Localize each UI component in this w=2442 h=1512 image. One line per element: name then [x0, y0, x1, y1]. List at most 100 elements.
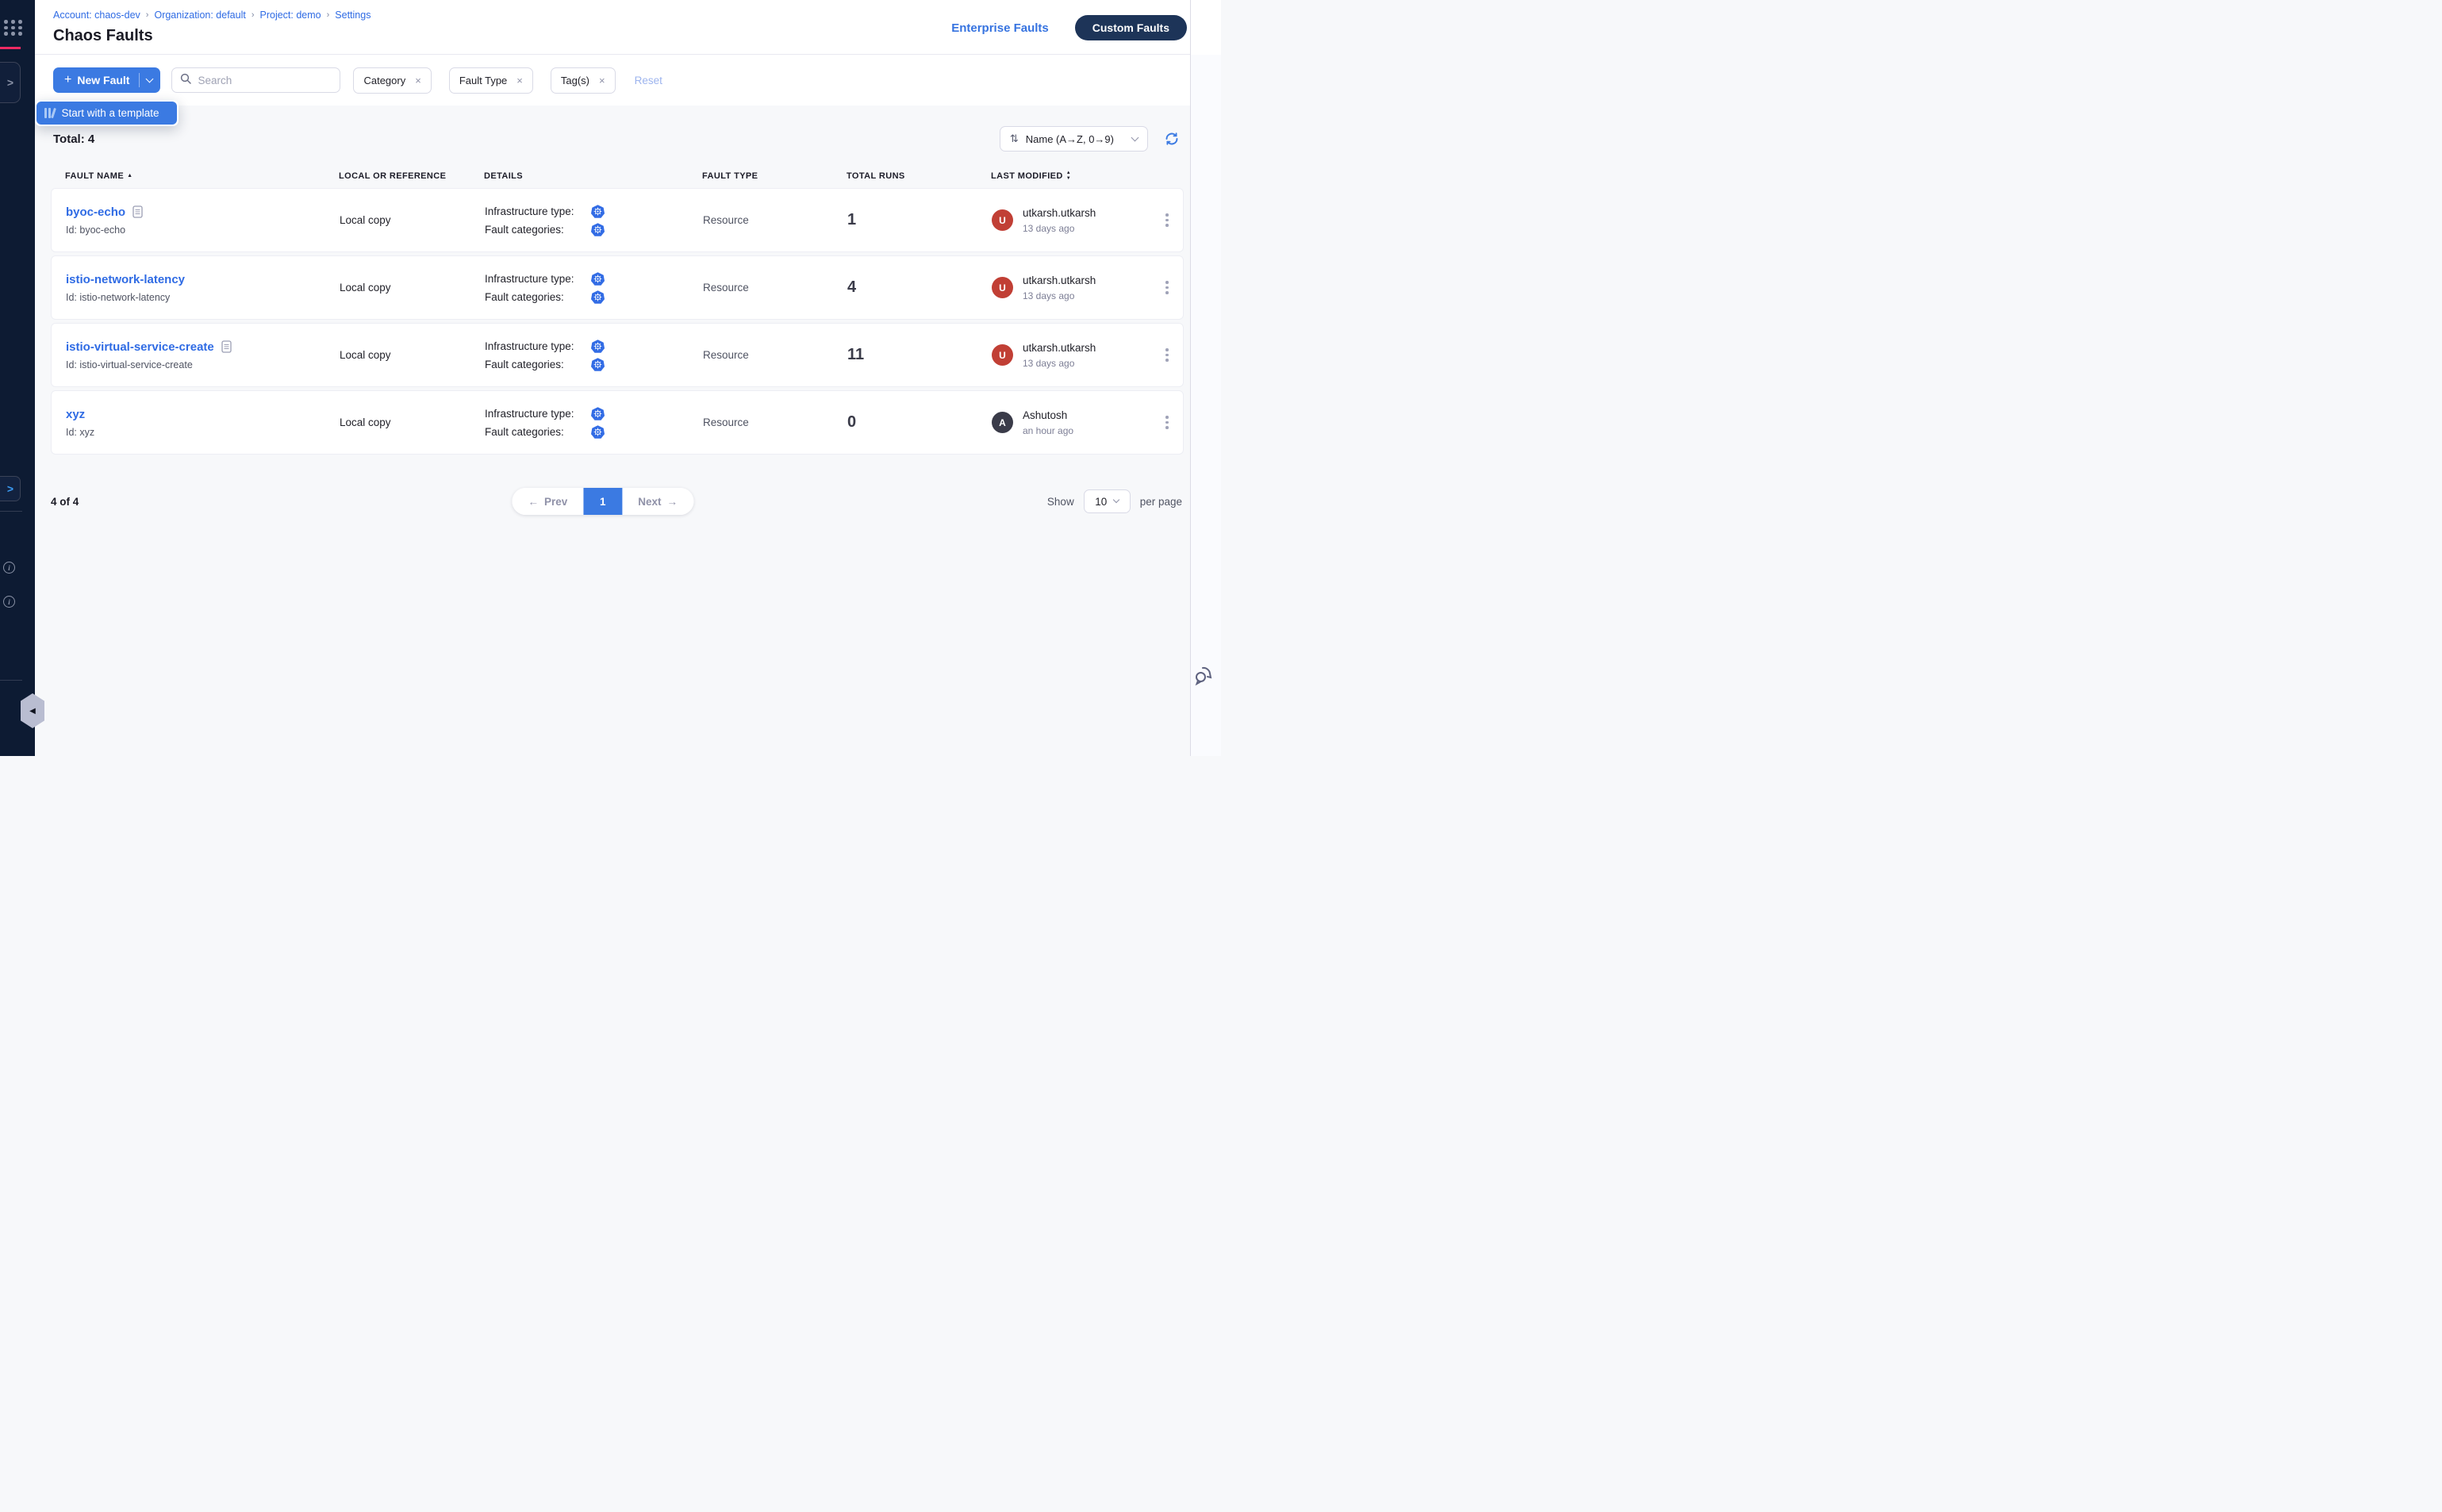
avatar: A — [992, 412, 1013, 433]
table-row[interactable]: istio-virtual-service-create Id: istio-vi… — [51, 323, 1184, 387]
modified-by: utkarsh.utkarsh — [1023, 207, 1096, 219]
column-last-modified[interactable]: Last Modified ▲▼ — [991, 171, 1152, 181]
button-divider — [139, 73, 140, 87]
kubernetes-icon — [591, 358, 605, 371]
table-row[interactable]: xyz Id: xyzLocal copy Infrastructure type:… — [51, 390, 1184, 455]
page-size-dropdown[interactable]: 10 — [1084, 489, 1131, 513]
collapse-arrow-icon: ◀ — [29, 707, 36, 716]
filter-chip-tags[interactable]: Tag(s) × — [551, 67, 616, 94]
search-box — [171, 67, 340, 93]
modified-time: an hour ago — [1023, 425, 1073, 436]
sort-asc-icon: ▲ — [127, 173, 132, 178]
local-or-reference-value: Local copy — [340, 282, 391, 294]
kubernetes-icon — [591, 223, 605, 236]
breadcrumb: Account: chaos-dev › Organization: defau… — [53, 10, 371, 21]
info-icon[interactable]: i — [3, 562, 15, 574]
right-gutter — [1190, 0, 1221, 756]
column-fault-name[interactable]: Fault Name ▲ — [51, 171, 339, 181]
row-menu-button[interactable] — [1151, 210, 1183, 230]
reset-filters-link[interactable]: Reset — [635, 75, 662, 86]
page-summary: 4 of 4 — [51, 496, 79, 508]
column-fault-type: Fault Type — [702, 171, 847, 181]
kubernetes-icon — [591, 290, 605, 304]
infrastructure-type-label: Infrastructure type: — [485, 273, 580, 285]
column-local-or-reference: Local or Reference — [339, 171, 484, 181]
total-runs-value: 1 — [847, 211, 856, 228]
modified-time: 13 days ago — [1023, 223, 1096, 234]
local-or-reference-value: Local copy — [340, 416, 391, 428]
arrow-right-icon: → — [666, 496, 678, 508]
new-fault-dropdown: Start with a template — [35, 100, 179, 126]
fault-categories-label: Fault categories: — [485, 359, 580, 370]
table-row[interactable]: byoc-echoId: byoc-echoLocal copyInfrastr… — [51, 188, 1184, 252]
copy-manifest-icon[interactable] — [132, 205, 143, 218]
fault-id: Id: byoc-echo — [66, 224, 340, 236]
breadcrumb-settings[interactable]: Settings — [335, 10, 371, 21]
chevron-right-icon: > — [7, 482, 13, 495]
infrastructure-type-label: Infrastructure type: — [485, 340, 580, 352]
copy-manifest-icon[interactable] — [221, 340, 232, 353]
enterprise-faults-link[interactable]: Enterprise Faults — [951, 21, 1049, 35]
table-row[interactable]: istio-network-latency Id: istio-network-l… — [51, 255, 1184, 320]
page-title: Chaos Faults — [53, 27, 153, 45]
fault-name-link[interactable]: istio-virtual-service-create — [66, 340, 214, 354]
column-details: Details — [484, 171, 702, 181]
sidebar-expand-button[interactable]: > — [0, 476, 21, 501]
infrastructure-type-label: Infrastructure type: — [485, 205, 580, 217]
left-nav-rail: > > i i — [0, 0, 35, 756]
row-menu-button[interactable] — [1151, 413, 1183, 432]
filter-chip-fault-type[interactable]: Fault Type × — [449, 67, 533, 94]
fault-name-link[interactable]: xyz — [66, 408, 85, 421]
support-chat-icon[interactable] — [1192, 665, 1216, 693]
fault-details: Infrastructure type:Fault categories: — [485, 407, 703, 439]
avatar: U — [992, 209, 1013, 231]
close-icon[interactable]: × — [516, 75, 523, 86]
total-runs-value: 0 — [847, 413, 856, 431]
breadcrumb-project[interactable]: Project: demo — [260, 10, 321, 21]
fault-name-link[interactable]: istio-network-latency — [66, 273, 185, 286]
plus-icon: + — [64, 73, 71, 87]
close-icon[interactable]: × — [599, 75, 605, 86]
avatar: U — [992, 277, 1013, 298]
modified-time: 13 days ago — [1023, 290, 1096, 301]
breadcrumb-account[interactable]: Account: chaos-dev — [53, 10, 140, 21]
row-menu-button[interactable] — [1151, 345, 1183, 365]
start-with-template-menu-item[interactable]: Start with a template — [36, 102, 177, 125]
row-menu-button[interactable] — [1151, 278, 1183, 297]
fault-id: Id: xyz — [66, 427, 340, 438]
active-module-indicator — [0, 47, 21, 49]
page-header: Account: chaos-dev › Organization: defau… — [35, 0, 1190, 55]
search-input[interactable] — [198, 75, 332, 86]
main-area: Account: chaos-dev › Organization: defau… — [35, 0, 1190, 756]
fault-details: Infrastructure type:Fault categories: — [485, 205, 703, 236]
new-fault-button[interactable]: + New Fault — [53, 67, 160, 93]
modified-by: utkarsh.utkarsh — [1023, 274, 1096, 286]
fault-name-link[interactable]: byoc-echo — [66, 205, 125, 219]
filter-chip-category[interactable]: Category × — [353, 67, 431, 94]
close-icon[interactable]: × — [415, 75, 421, 86]
fault-type-value: Resource — [703, 416, 749, 428]
table-header-row: Fault Name ▲ Local or Reference Details … — [51, 163, 1184, 188]
current-page-button[interactable]: 1 — [583, 488, 622, 515]
sort-both-icon: ▲▼ — [1066, 171, 1071, 181]
total-runs-value: 11 — [847, 346, 864, 363]
fault-id: Id: istio-virtual-service-create — [66, 359, 340, 370]
next-page-button[interactable]: Next → — [622, 488, 693, 515]
breadcrumb-separator: › — [251, 10, 255, 20]
apps-grid-icon[interactable] — [4, 20, 23, 36]
module-expand-button[interactable]: > — [0, 62, 21, 103]
custom-faults-button[interactable]: Custom Faults — [1075, 15, 1187, 40]
fault-id: Id: istio-network-latency — [66, 292, 340, 303]
chevron-down-icon[interactable] — [146, 75, 154, 83]
fault-type-value: Resource — [703, 282, 749, 294]
refresh-button[interactable] — [1165, 132, 1179, 146]
breadcrumb-separator: › — [146, 10, 149, 20]
breadcrumb-organization[interactable]: Organization: default — [154, 10, 245, 21]
content: Total: 4 ⇅ Name (A→Z, 0→9) Fault N — [35, 106, 1190, 756]
filter-chips: Category × Fault Type × Tag(s) × — [353, 67, 615, 94]
modified-time: 13 days ago — [1023, 358, 1096, 369]
sort-dropdown[interactable]: ⇅ Name (A→Z, 0→9) — [1000, 126, 1148, 152]
chevron-down-icon — [1131, 133, 1139, 141]
prev-page-button[interactable]: ← Prev — [512, 488, 583, 515]
info-icon[interactable]: i — [3, 596, 15, 608]
